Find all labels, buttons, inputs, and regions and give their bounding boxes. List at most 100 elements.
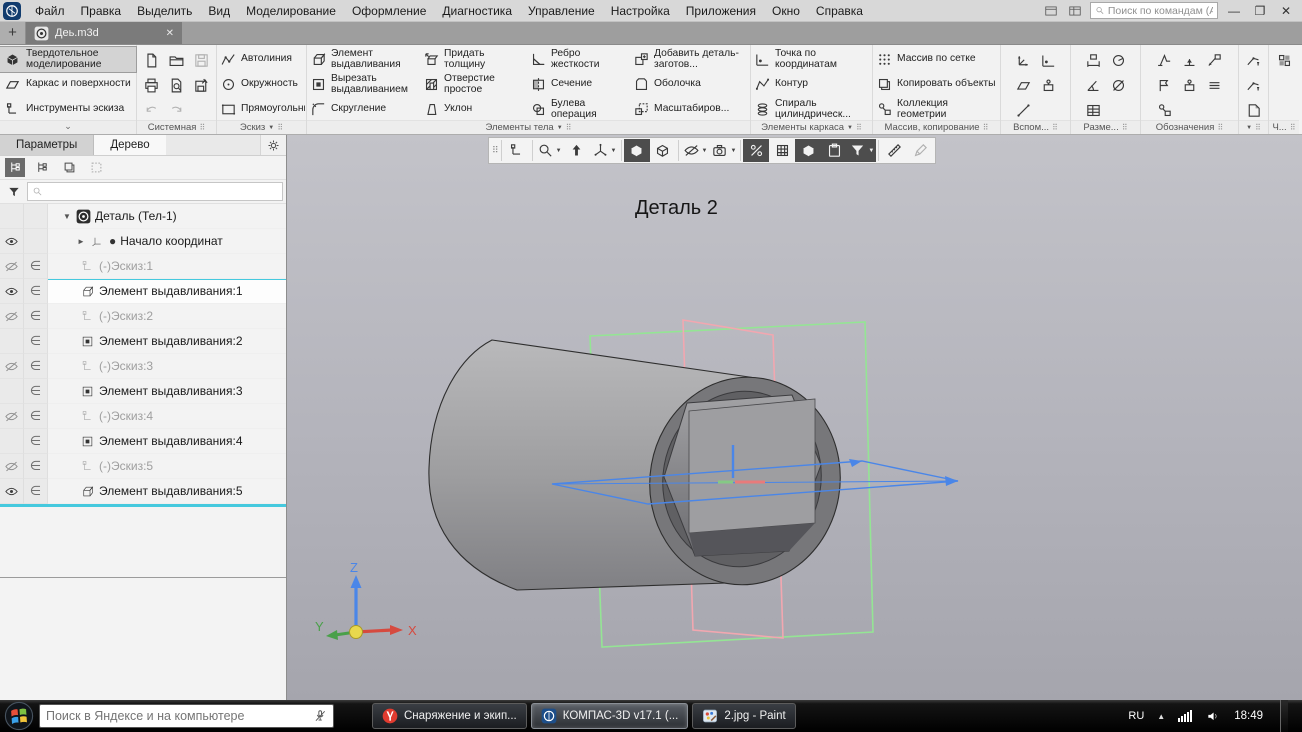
hide-objects-button[interactable]: ▼ (681, 139, 710, 162)
menu-applications[interactable]: Приложения (678, 0, 764, 22)
circle-button[interactable]: Окружность (217, 72, 305, 97)
visibility-off-icon[interactable] (4, 259, 19, 274)
helper-plane-button[interactable] (1011, 73, 1036, 98)
tree-item-part[interactable]: ▼ Деталь (Тел-1) (0, 204, 286, 229)
geometry-collection-button[interactable]: Коллекция геометрии (873, 97, 999, 122)
snap-mode-button[interactable] (743, 139, 769, 162)
tree-item-extrude-5[interactable]: ∈ Элемент выдавливания:5 (0, 479, 286, 504)
window-layout-icon[interactable] (1042, 4, 1060, 18)
thicken-button[interactable]: Придать толщину (420, 47, 527, 72)
tree-filter-button[interactable] (4, 182, 24, 201)
menu-help[interactable]: Справка (808, 0, 871, 22)
dropdown-icon[interactable]: ▼ (556, 148, 562, 154)
tray-expand-icon[interactable]: ▲ (1157, 712, 1165, 721)
wireframe-display-button[interactable] (650, 139, 676, 162)
render-view-button[interactable]: ▼ (709, 139, 738, 162)
tab-close-icon[interactable]: ✕ (166, 28, 174, 39)
orientation-button[interactable] (564, 139, 590, 162)
window-split-icon[interactable] (1066, 4, 1084, 18)
tree-item-sketch-4[interactable]: ∈ (-)Эскиз:4 (0, 404, 286, 429)
show-desktop-button[interactable] (1280, 700, 1288, 732)
visibility-off-icon[interactable] (4, 409, 19, 424)
menu-modeling[interactable]: Моделирование (238, 0, 344, 22)
linear-dimension-button[interactable] (1081, 48, 1106, 73)
angular-dimension-button[interactable] (1081, 73, 1106, 98)
menu-view[interactable]: Вид (200, 0, 238, 22)
dropdown-icon[interactable]: ▼ (702, 148, 708, 154)
close-button[interactable]: ✕ (1276, 1, 1296, 21)
group-grip-icon[interactable]: ⠿ (277, 123, 283, 132)
rounding-button[interactable] (795, 139, 821, 162)
tree-item-sketch-3[interactable]: ∈ (-)Эскиз:3 (0, 354, 286, 379)
fillet-button[interactable]: Скругление (307, 97, 420, 122)
stack-designation-button[interactable] (1202, 73, 1227, 98)
clock[interactable]: 18:49 (1234, 710, 1263, 722)
rib-button[interactable]: Ребро жесткости (527, 47, 630, 72)
copy-objects-button[interactable]: Копировать объекты (873, 72, 999, 97)
3d-viewport[interactable]: Z X Y Деталь 2 ⠿ ▼ ▼ ▼ ▼ ▼ (287, 135, 1302, 700)
tree-item-extrude-3[interactable]: ∈ Элемент выдавливания:3 (0, 379, 286, 404)
visibility-on-icon[interactable] (4, 284, 19, 299)
add-part-stock-button[interactable]: Добавить деталь-заготов... (630, 47, 747, 72)
language-indicator[interactable]: RU (1128, 710, 1144, 722)
control-point-button[interactable] (1036, 73, 1061, 98)
task-paint[interactable]: 2.jpg - Paint (692, 703, 795, 729)
tree-selection-area-button[interactable] (86, 158, 106, 177)
network-icon[interactable] (1178, 710, 1192, 722)
diameter-dimension-button[interactable] (1106, 73, 1131, 98)
document-tab[interactable]: Деь.m3d ✕ (26, 22, 182, 44)
tree-item-extrude-1[interactable]: ∈ Элемент выдавливания:1 (0, 279, 286, 304)
toolbar-grip-icon[interactable]: ⠿ (491, 145, 499, 156)
menu-settings[interactable]: Настройка (603, 0, 678, 22)
point-by-coordinates-button[interactable]: Точка по координатам (751, 47, 871, 72)
new-document-button[interactable] (139, 48, 164, 73)
measure-curve-button[interactable] (1241, 48, 1266, 73)
tree-relations-button[interactable] (59, 158, 79, 177)
tree-item-sketch-1[interactable]: ∈ (-)Эскиз:1 (0, 254, 286, 279)
visibility-off-icon[interactable] (4, 459, 19, 474)
tree-item-extrude-4[interactable]: ∈ Элемент выдавливания:4 (0, 429, 286, 454)
open-document-button[interactable] (164, 48, 189, 73)
grid-array-button[interactable]: Массив по сетке (873, 47, 999, 72)
expand-icon[interactable]: ▼ (62, 212, 72, 221)
expand-icon[interactable]: ► (76, 237, 86, 246)
menu-window[interactable]: Окно (764, 0, 808, 22)
boolean-button[interactable]: Булева операция (527, 97, 630, 122)
group-grip-icon[interactable]: ⠿ (566, 123, 572, 132)
autoline-button[interactable]: Автолиния (217, 47, 305, 72)
sketch-mode-button[interactable] (504, 139, 530, 162)
menu-file[interactable]: Файл (27, 0, 73, 22)
measure-point-button[interactable] (1241, 73, 1266, 98)
view-axes-button[interactable]: ▼ (590, 139, 619, 162)
group-grip-icon[interactable]: ⠿ (1052, 123, 1058, 132)
visibility-off-icon[interactable] (4, 309, 19, 324)
helper-point-button[interactable] (1036, 48, 1061, 73)
tree-search[interactable] (27, 182, 283, 201)
command-search[interactable] (1090, 2, 1218, 19)
tree-item-sketch-5[interactable]: ∈ (-)Эскиз:5 (0, 454, 286, 479)
shell-button[interactable]: Оболочка (630, 72, 747, 97)
mode-solid-modeling[interactable]: Твердотельное моделирование (0, 47, 136, 72)
task-browser[interactable]: Снаряжение и экип... (372, 703, 527, 729)
rectangle-button[interactable]: Прямоугольник (217, 97, 305, 122)
tree-item-sketch-2[interactable]: ∈ (-)Эскиз:2 (0, 304, 286, 329)
menu-edit[interactable]: Правка (73, 0, 130, 22)
save-as-button[interactable] (189, 73, 214, 98)
tab-parameters[interactable]: Параметры (0, 135, 94, 155)
start-button[interactable] (3, 701, 35, 731)
datum-button[interactable] (1177, 48, 1202, 73)
menu-styling[interactable]: Оформление (344, 0, 434, 22)
preview-button[interactable] (164, 73, 189, 98)
radial-dimension-button[interactable] (1106, 48, 1131, 73)
grid-button[interactable] (769, 139, 795, 162)
minimize-button[interactable]: — (1224, 1, 1244, 21)
measure-button[interactable] (881, 139, 907, 162)
tree-sequence-view-button[interactable] (32, 158, 52, 177)
panel-settings-button[interactable] (260, 135, 286, 155)
group-dropdown-icon[interactable]: ▼ (847, 125, 853, 131)
3d-canvas[interactable]: Z X Y (287, 135, 1302, 700)
local-cs-button[interactable] (1011, 48, 1036, 73)
cylindrical-spiral-button[interactable]: Спираль цилиндрическ... (751, 97, 871, 122)
extrude-button[interactable]: Элемент выдавливания (307, 47, 420, 72)
clipboard-button[interactable] (821, 139, 847, 162)
